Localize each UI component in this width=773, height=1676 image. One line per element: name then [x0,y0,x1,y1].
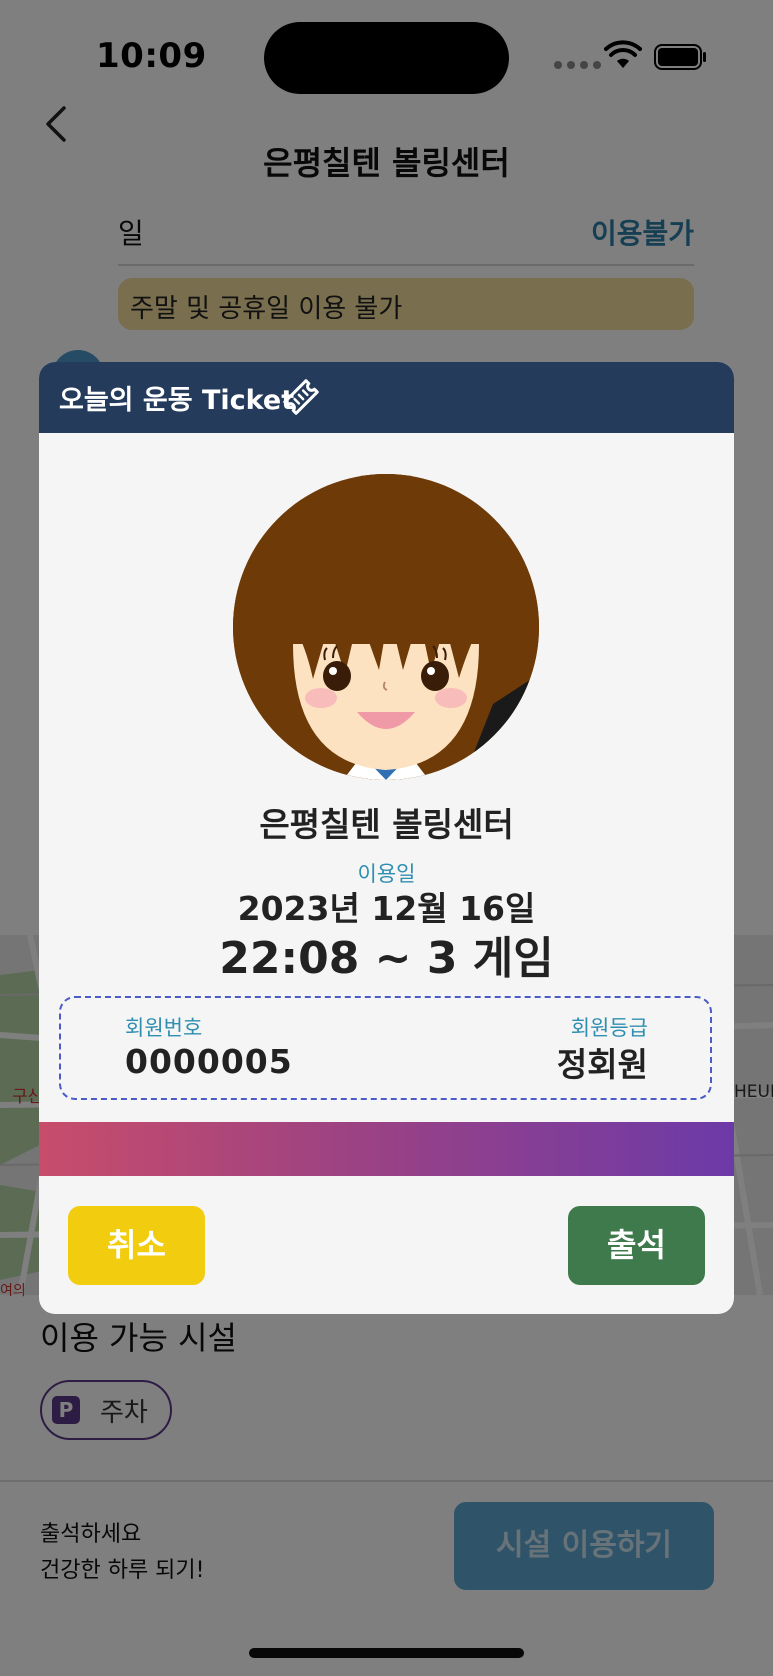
member-avatar [233,474,539,780]
member-number-value: 0000005 [125,1042,293,1081]
modal-title: 오늘의 운동 Ticket [59,385,295,416]
attend-button[interactable]: 출석 [568,1206,705,1285]
avatar-illustration [233,474,539,780]
ticket-center-name: 은평칠텐 볼링센터 [259,805,514,844]
member-grade-value: 정회원 [556,1045,648,1084]
usage-time-games: 22:08 ~ 3 게임 [219,933,554,984]
member-info-box: 회원번호 0000005 회원등급 정회원 [59,996,712,1100]
member-number-label: 회원번호 [125,1016,203,1040]
ticket-gradient-band [39,1122,734,1176]
cancel-button[interactable]: 취소 [68,1206,205,1285]
ticket-modal: 오늘의 운동 Ticket 은평칠텐 볼링센터 이용일 2023년 12월 16… [39,362,734,1314]
ticket-icon [283,379,319,415]
modal-header: 오늘의 운동 Ticket [39,362,734,433]
